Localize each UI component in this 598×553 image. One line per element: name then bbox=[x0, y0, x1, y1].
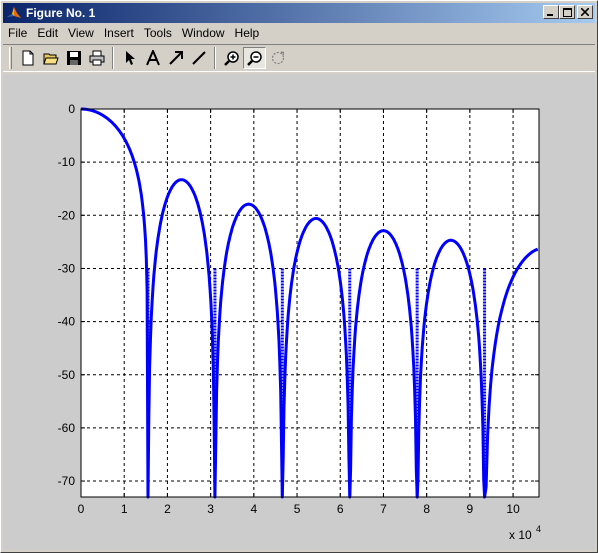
y-tick-label: -30 bbox=[58, 261, 76, 275]
rotate-icon bbox=[271, 51, 284, 65]
x-tick-label: 9 bbox=[467, 502, 474, 516]
x-tick-label: 10 bbox=[506, 502, 520, 516]
menu-view[interactable]: View bbox=[63, 26, 99, 40]
open-file-button[interactable] bbox=[39, 47, 62, 69]
x-tick-label: 8 bbox=[423, 502, 430, 516]
y-tick-label: 0 bbox=[68, 102, 75, 116]
insert-arrow-button[interactable] bbox=[164, 47, 187, 69]
y-tick-label: -10 bbox=[58, 155, 76, 169]
x-exponent-label: x 10 bbox=[509, 528, 532, 542]
matlab-logo-icon bbox=[7, 7, 21, 18]
menu-help[interactable]: Help bbox=[230, 26, 265, 40]
y-tick-label: -60 bbox=[58, 421, 76, 435]
save-button[interactable] bbox=[62, 47, 85, 69]
menu-edit[interactable]: Edit bbox=[32, 26, 63, 40]
minimize-icon bbox=[547, 14, 553, 16]
new-file-icon bbox=[22, 50, 33, 66]
text-a-icon bbox=[145, 50, 160, 66]
new-figure-button[interactable] bbox=[16, 47, 39, 69]
edit-plot-button[interactable] bbox=[118, 47, 141, 69]
line-plot[interactable]: 0 1 2 3 4 5 6 7 8 9 100-10-20-30-40-50-60-70 x 10 … bbox=[3, 74, 595, 550]
printer-icon bbox=[89, 50, 104, 66]
y-tick-label: -70 bbox=[58, 474, 76, 488]
minimize-button[interactable] bbox=[543, 5, 559, 19]
zoom-in-icon bbox=[223, 51, 239, 66]
figure-toolbar bbox=[3, 44, 595, 72]
zoom-out-button[interactable] bbox=[243, 47, 266, 69]
x-tick-label: 6 bbox=[337, 502, 344, 516]
zoom-in-button[interactable] bbox=[220, 47, 243, 69]
figure-window: Figure No. 1 File Edit View Insert Tools… bbox=[0, 0, 598, 553]
x-tick-label: 5 bbox=[294, 502, 301, 516]
y-tick-label: -50 bbox=[58, 368, 76, 382]
x-tick-label: 3 bbox=[207, 502, 214, 516]
toolbar-separator bbox=[112, 47, 114, 69]
menu-file[interactable]: File bbox=[3, 26, 32, 40]
toolbar-separator bbox=[214, 47, 216, 69]
y-tick-label: -40 bbox=[58, 315, 76, 329]
folder-open-icon bbox=[42, 53, 59, 65]
line-icon bbox=[191, 51, 206, 65]
close-icon bbox=[581, 8, 589, 16]
print-button[interactable] bbox=[85, 47, 108, 69]
menu-insert[interactable]: Insert bbox=[99, 26, 139, 40]
title-bar[interactable]: Figure No. 1 bbox=[3, 3, 595, 23]
x-tick-label: 1 bbox=[121, 502, 128, 516]
diagonal-arrow-icon bbox=[168, 51, 183, 65]
menu-window[interactable]: Window bbox=[177, 26, 230, 40]
arrow-cursor-icon bbox=[125, 51, 135, 65]
figure-canvas[interactable]: 0 1 2 3 4 5 6 7 8 9 10 0 -10 -20 -30 -40 -50 -60 -70 x 10 … bbox=[3, 74, 595, 550]
window-title: Figure No. 1 bbox=[26, 6, 96, 20]
zoom-out-icon bbox=[246, 51, 262, 66]
insert-line-button[interactable] bbox=[187, 47, 210, 69]
toolbar-grip[interactable] bbox=[9, 47, 12, 69]
x-tick-label: 7 bbox=[380, 502, 387, 516]
y-tick-label: -20 bbox=[58, 208, 76, 222]
insert-text-button[interactable] bbox=[141, 47, 164, 69]
x-tick-label: 0 bbox=[78, 502, 85, 516]
x-exponent-power: 4 bbox=[536, 524, 541, 534]
rotate-3d-button[interactable] bbox=[266, 47, 289, 69]
close-button[interactable] bbox=[577, 5, 593, 19]
x-tick-label: 4 bbox=[250, 502, 257, 516]
menu-tools[interactable]: Tools bbox=[139, 26, 177, 40]
menu-bar: File Edit View Insert Tools Window Help bbox=[3, 24, 595, 42]
floppy-disk-icon bbox=[66, 51, 81, 65]
maximize-button[interactable] bbox=[559, 5, 575, 19]
x-tick-label: 2 bbox=[164, 502, 171, 516]
maximize-icon bbox=[562, 7, 572, 17]
